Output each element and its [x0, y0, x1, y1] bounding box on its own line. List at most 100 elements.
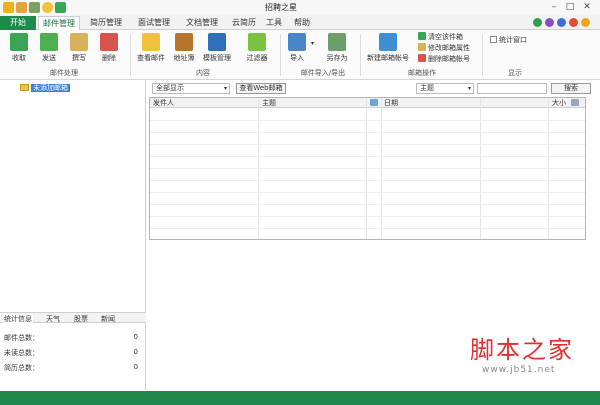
- search-input[interactable]: [477, 83, 547, 94]
- tab-statistics[interactable]: 统计信息: [3, 314, 33, 324]
- ribbon-separator: [280, 34, 281, 76]
- row-divider: [150, 228, 585, 229]
- tab-weather[interactable]: 天气: [46, 314, 60, 324]
- tab-resume[interactable]: 简历管理: [86, 16, 126, 30]
- column-config-icon[interactable]: [571, 99, 579, 106]
- address-book-button[interactable]: 地址簿: [170, 33, 198, 63]
- star-icon[interactable]: [3, 2, 14, 13]
- row-divider: [150, 132, 585, 133]
- tab-interview[interactable]: 面试管理: [134, 16, 174, 30]
- import-dropdown-arrow[interactable]: ▾: [311, 40, 314, 47]
- row-divider: [150, 192, 585, 193]
- theme-red-dot[interactable]: [569, 18, 578, 27]
- search-field-select[interactable]: 主题 ▾: [416, 83, 474, 94]
- menu-tabs: 开始 邮件管理 简历管理 面试管理 文档管理 云简历 工具 帮助: [0, 15, 600, 30]
- filter-button[interactable]: 过滤器: [243, 33, 271, 63]
- folder-panel: 未添加邮箱 统计信息 天气 股票 新闻 邮件总数： 0 未读总数： 0 简历总数…: [0, 80, 146, 390]
- tab-start[interactable]: 开始: [0, 16, 36, 30]
- group-label-mail-handle: 邮件处理: [50, 69, 78, 77]
- tab-documents[interactable]: 文档管理: [182, 16, 222, 30]
- row-divider: [150, 120, 585, 121]
- row-divider: [150, 204, 585, 205]
- row-divider: [150, 180, 585, 181]
- print-icon[interactable]: [29, 2, 40, 13]
- new-mailbox-button[interactable]: 新建邮箱帐号: [364, 33, 412, 63]
- refresh-icon[interactable]: [55, 2, 66, 13]
- group-label-content: 内容: [196, 69, 210, 77]
- group-label-mailbox-ops: 邮箱操作: [408, 69, 436, 77]
- receive-button[interactable]: 收取: [6, 33, 32, 63]
- template-manage-button[interactable]: 模板管理: [202, 33, 232, 63]
- maximize-button[interactable]: □: [563, 2, 577, 13]
- stat-row-mail-total: 邮件总数： 0: [4, 333, 138, 342]
- template-icon: [208, 33, 226, 51]
- delete-x-icon: [418, 54, 426, 62]
- mail-list-header: 发件人 主题 日期 大小: [150, 98, 585, 108]
- display-filter-select[interactable]: 全部显示 ▾: [152, 83, 230, 94]
- tab-mail[interactable]: 邮件管理: [38, 16, 80, 30]
- folder-icon: [20, 84, 29, 91]
- save-as-icon: [328, 33, 346, 51]
- ribbon-separator: [130, 34, 131, 76]
- column-sender[interactable]: 发件人: [153, 98, 174, 108]
- send-button[interactable]: 发送: [36, 33, 62, 63]
- tab-help[interactable]: 帮助: [290, 16, 314, 30]
- checkbox-box: [490, 36, 497, 43]
- new-mailbox-icon: [379, 33, 397, 51]
- edit-icon: [418, 43, 426, 51]
- tab-cloud-resume[interactable]: 云简历: [228, 16, 260, 30]
- stats-tabs: 统计信息 天气 股票 新闻: [0, 312, 146, 324]
- watermark-text: 脚本之家: [470, 336, 574, 364]
- user-icon[interactable]: [16, 2, 27, 13]
- row-divider: [150, 168, 585, 169]
- stats-window-checkbox[interactable]: 统计窗口: [490, 35, 527, 45]
- group-label-import-export: 邮件导入/导出: [300, 69, 346, 77]
- tree-item-mailbox[interactable]: 未添加邮箱: [20, 83, 70, 93]
- search-button[interactable]: 搜索: [551, 83, 591, 94]
- close-button[interactable]: ✕: [580, 2, 594, 13]
- ribbon: 收取 发送 撰写 删除 邮件处理 查看邮件 地址簿 模板管理 过滤器 内容 导入…: [0, 30, 600, 80]
- column-size[interactable]: 大小: [552, 98, 566, 108]
- tab-tools[interactable]: 工具: [262, 16, 286, 30]
- tab-news[interactable]: 新闻: [101, 314, 115, 324]
- delete-icon: [100, 33, 118, 51]
- title-bar: 招聘之星 – □ ✕: [0, 0, 600, 15]
- compose-icon: [70, 33, 88, 51]
- import-icon: [288, 33, 306, 51]
- compose-button[interactable]: 撰写: [66, 33, 92, 63]
- tab-stocks[interactable]: 股票: [74, 314, 88, 324]
- chevron-down-icon: ▾: [467, 85, 471, 92]
- app-title: 招聘之星: [265, 3, 297, 12]
- receive-icon: [10, 33, 28, 51]
- row-divider: [150, 156, 585, 157]
- import-button[interactable]: 导入: [284, 33, 310, 63]
- chevron-down-icon: ▾: [223, 85, 227, 92]
- theme-green-dot[interactable]: [533, 18, 542, 27]
- theme-blue-dot[interactable]: [557, 18, 566, 27]
- address-book-icon: [175, 33, 193, 51]
- minimize-button[interactable]: –: [547, 2, 561, 13]
- ribbon-separator: [482, 34, 483, 76]
- filter-icon: [248, 33, 266, 51]
- clear-folder-button[interactable]: 清空该件箱: [418, 32, 463, 42]
- theme-purple-dot[interactable]: [545, 18, 554, 27]
- view-mail-button[interactable]: 查看邮件: [136, 33, 166, 63]
- group-label-display: 显示: [508, 69, 522, 77]
- ribbon-separator: [360, 34, 361, 76]
- smile-icon[interactable]: [42, 2, 53, 13]
- view-web-mail-button[interactable]: 查看Web邮箱: [236, 83, 286, 94]
- column-date[interactable]: 日期: [384, 98, 398, 108]
- status-bar: [0, 391, 600, 405]
- attachment-icon: [370, 99, 378, 106]
- save-as-button[interactable]: 另存为: [322, 33, 352, 63]
- stat-row-resume-total: 简历总数： 0: [4, 363, 138, 372]
- stat-row-unread-total: 未读总数： 0: [4, 348, 138, 357]
- theme-orange-dot[interactable]: [581, 18, 590, 27]
- recycle-icon: [418, 32, 426, 40]
- delete-button[interactable]: 删除: [96, 33, 122, 63]
- column-subject[interactable]: 主题: [262, 98, 276, 108]
- send-icon: [40, 33, 58, 51]
- delete-mailbox-button[interactable]: 删除邮箱帐号: [418, 54, 470, 64]
- edit-mailbox-button[interactable]: 修改邮箱属性: [418, 43, 470, 53]
- row-divider: [150, 216, 585, 217]
